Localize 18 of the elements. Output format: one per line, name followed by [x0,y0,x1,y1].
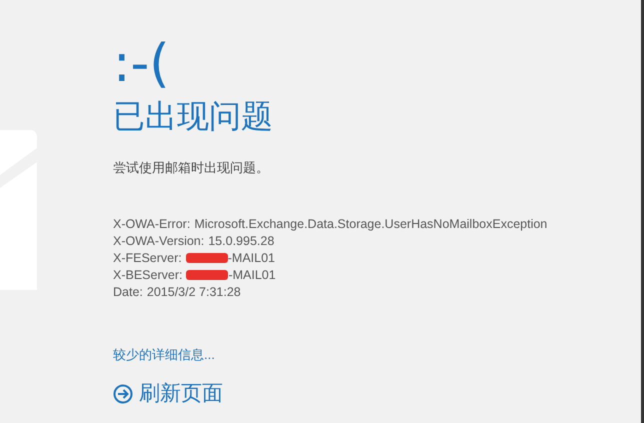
redaction-mark [186,270,228,280]
arrow-circle-icon [113,384,133,404]
detail-value: 2015/3/2 7:31:28 [146,284,241,300]
details-link[interactable]: 较少的详细信息... [113,344,548,364]
detail-value: 15.0.995.28 [208,232,274,250]
detail-label: X-OWA-Version: [113,232,204,250]
detail-label: X-BEServer: [113,266,182,284]
detail-label: X-FEServer: [113,250,182,266]
detail-value: Microsoft.Exchange.Data.Storage.UserHasNoMailboxException [194,216,548,232]
redaction-mark [186,253,228,263]
detail-label: X-OWA-Error: [113,216,190,232]
detail-label: Date: [113,284,143,300]
detail-value: -MAIL01 [228,250,276,266]
error-message: 尝试使用邮箱时出现问题。 [113,159,270,177]
sad-emoticon: :-( [113,34,171,94]
refresh-button[interactable]: 刷新页面 [113,378,548,410]
detail-value: -MAIL01 [228,266,276,284]
error-title: 已出现问题 [113,97,274,136]
